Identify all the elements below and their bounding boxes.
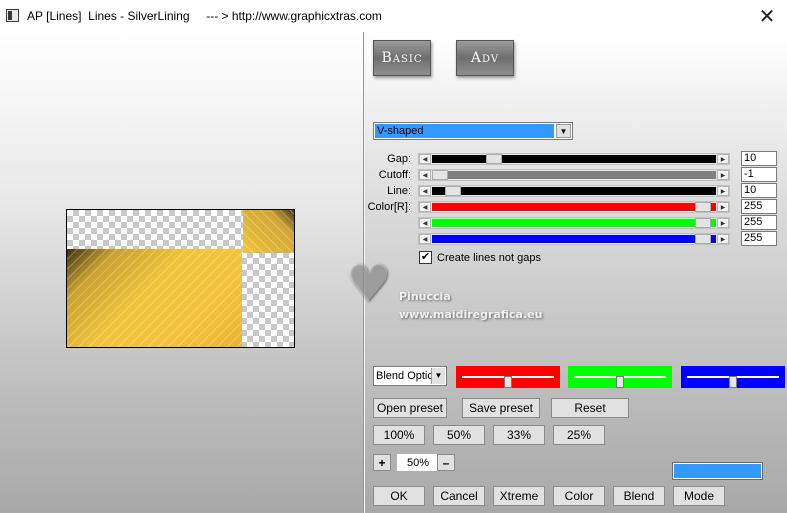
color-g-slider-track[interactable] [432, 219, 716, 227]
create-lines-checkbox[interactable]: ✔ [419, 251, 432, 264]
zoom-33-button[interactable]: 33% [493, 425, 545, 445]
color-g-slider[interactable]: ◀ ▶ [418, 217, 730, 229]
scroll-left-icon[interactable]: ◀ [419, 218, 431, 228]
color-button[interactable]: Color [553, 486, 605, 506]
zoom-out-button[interactable]: – [437, 454, 455, 471]
line-value-field[interactable]: 10 [741, 183, 777, 198]
preview-gold-lines-main [67, 249, 242, 347]
watermark-url: www.maidiregrafica.eu [399, 308, 543, 321]
line-label: Line: [387, 185, 411, 197]
scroll-right-icon[interactable]: ▶ [717, 186, 729, 196]
scroll-right-icon[interactable]: ▶ [717, 170, 729, 180]
title-bar: AP [Lines] Lines - SilverLining --- > ht… [0, 0, 787, 32]
color-r-slider-thumb[interactable] [694, 202, 711, 212]
color-swatch[interactable] [672, 462, 763, 480]
save-preset-button[interactable]: Save preset [462, 398, 540, 418]
xtreme-button[interactable]: Xtreme [493, 486, 545, 506]
scroll-left-icon[interactable]: ◀ [419, 154, 431, 164]
zoom-50-button[interactable]: 50% [433, 425, 485, 445]
color-b-slider-thumb[interactable] [694, 234, 711, 244]
color-g-value-field[interactable]: 255 [741, 215, 777, 230]
blend-options-value: Blend Optio [376, 370, 434, 382]
style-dropdown-value: V-shaped [375, 124, 554, 138]
color-r-value-field[interactable]: 255 [741, 199, 777, 214]
create-lines-checkbox-row[interactable]: ✔ Create lines not gaps [419, 251, 541, 264]
reset-button[interactable]: Reset [551, 398, 629, 418]
green-channel-thumb[interactable] [616, 376, 624, 388]
open-preset-button[interactable]: Open preset [373, 398, 447, 418]
scroll-right-icon[interactable]: ▶ [717, 234, 729, 244]
color-r-slider-track[interactable] [432, 203, 716, 211]
blend-options-dropdown[interactable]: Blend Optio ▼ [373, 366, 447, 386]
gap-slider[interactable]: ◀ ▶ [418, 153, 730, 165]
chevron-down-icon[interactable]: ▼ [556, 124, 571, 138]
preview-pane [0, 32, 364, 513]
zoom-100-button[interactable]: 100% [373, 425, 425, 445]
color-b-value-field[interactable]: 255 [741, 231, 777, 246]
color-b-slider[interactable]: ◀ ▶ [418, 233, 730, 245]
line-slider-track[interactable] [432, 187, 716, 195]
ok-button[interactable]: OK [373, 486, 425, 506]
create-lines-checkbox-label: Create lines not gaps [437, 251, 541, 264]
zoom-in-button[interactable]: + [373, 454, 391, 471]
scroll-left-icon[interactable]: ◀ [419, 186, 431, 196]
adv-tab-button[interactable]: Adv [456, 40, 514, 76]
red-channel-thumb[interactable] [504, 376, 512, 388]
blue-channel-bar[interactable] [681, 366, 785, 388]
heart-icon: ♥ [345, 254, 392, 314]
window-title: AP [Lines] Lines - SilverLining --- > ht… [27, 9, 382, 23]
color-g-slider-thumb[interactable] [694, 218, 711, 228]
line-slider[interactable]: ◀ ▶ [418, 185, 730, 197]
color-r-label: Color[R]: [367, 201, 411, 213]
scroll-left-icon[interactable]: ◀ [419, 202, 431, 212]
green-channel-bar[interactable] [568, 366, 672, 388]
zoom-25-button[interactable]: 25% [553, 425, 605, 445]
mode-button[interactable]: Mode [673, 486, 725, 506]
scroll-right-icon[interactable]: ▶ [717, 202, 729, 212]
chevron-down-icon[interactable]: ▼ [431, 368, 445, 384]
blue-channel-thumb[interactable] [729, 376, 737, 388]
gap-slider-thumb[interactable] [485, 154, 502, 164]
preview-image[interactable] [66, 209, 295, 348]
cutoff-label: Cutoff: [378, 169, 411, 181]
scroll-left-icon[interactable]: ◀ [419, 234, 431, 244]
cutoff-slider[interactable]: ◀ ▶ [418, 169, 730, 181]
line-slider-thumb[interactable] [445, 186, 462, 196]
red-channel-bar[interactable] [456, 366, 560, 388]
watermark-name: Pinuccia [399, 290, 451, 303]
close-icon[interactable]: ✕ [747, 0, 787, 32]
gap-label: Gap: [387, 153, 411, 165]
scroll-right-icon[interactable]: ▶ [717, 154, 729, 164]
zoom-value-field[interactable]: 50% [397, 454, 439, 471]
color-r-slider[interactable]: ◀ ▶ [418, 201, 730, 213]
color-b-slider-track[interactable] [432, 235, 716, 243]
blend-button[interactable]: Blend [613, 486, 665, 506]
gap-slider-track[interactable] [432, 155, 716, 163]
scroll-left-icon[interactable]: ◀ [419, 170, 431, 180]
cutoff-value-field[interactable]: -1 [741, 167, 777, 182]
cutoff-slider-thumb[interactable] [432, 170, 448, 180]
gap-value-field[interactable]: 10 [741, 151, 777, 166]
cancel-button[interactable]: Cancel [433, 486, 485, 506]
basic-tab-button[interactable]: Basic [373, 40, 431, 76]
scroll-right-icon[interactable]: ▶ [717, 218, 729, 228]
style-dropdown[interactable]: V-shaped ▼ [373, 122, 573, 140]
settings-pane: Basic Adv V-shaped ▼ Gap: ◀ ▶ 10 Cutoff:… [345, 32, 787, 513]
app-icon [6, 9, 19, 22]
cutoff-slider-track[interactable] [432, 171, 716, 179]
preview-gold-lines-corner [243, 210, 294, 253]
